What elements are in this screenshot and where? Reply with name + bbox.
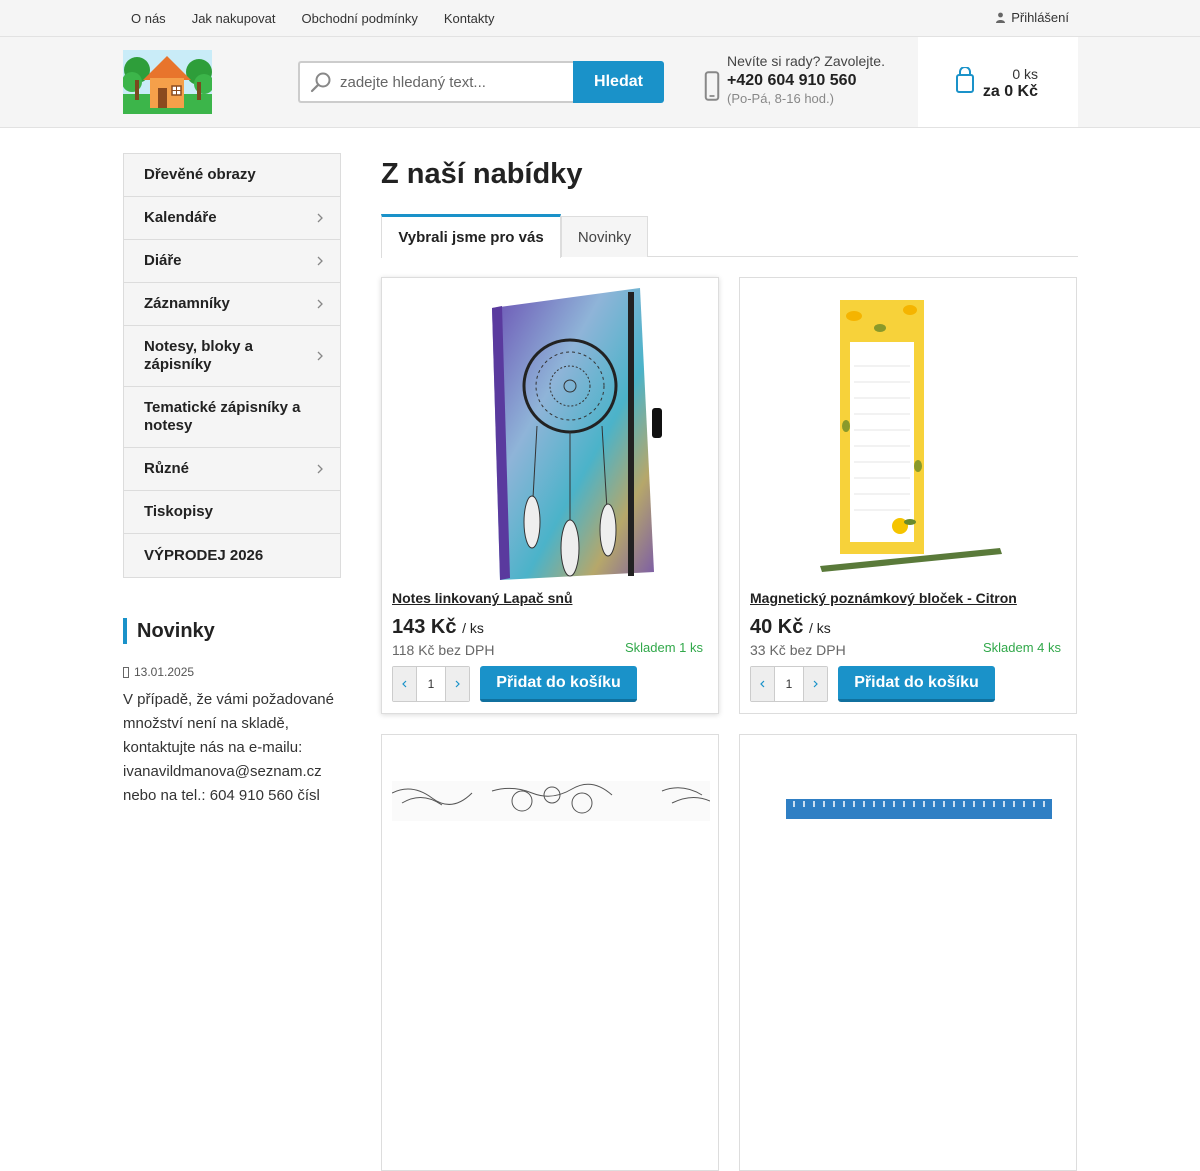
phone-icon xyxy=(704,71,720,101)
news-box: Novinky 13.01.2025 V případě, že vámi po… xyxy=(123,618,341,808)
search-form: Hledat xyxy=(298,61,664,103)
contact-hours: (Po-Pá, 8-16 hod.) xyxy=(727,91,834,106)
quantity-input[interactable]: 1 xyxy=(774,667,804,701)
add-to-cart-button[interactable]: Přidat do košíku xyxy=(838,666,995,702)
top-bar: O nás Jak nakupovat Obchodní podmínky Ko… xyxy=(0,0,1200,37)
quantity-stepper: 1 xyxy=(750,666,828,702)
product-price-value: 40 Kč xyxy=(750,616,804,638)
search-icon xyxy=(310,72,331,93)
news-date-text: 13.01.2025 xyxy=(134,665,195,679)
tab-news[interactable]: Novinky xyxy=(561,216,648,257)
login-label: Přihlášení xyxy=(1011,9,1069,25)
sidebar-category-item[interactable]: Diáře xyxy=(124,240,340,283)
contact-box: Nevíte si rady? Zavolejte. +420 604 910 … xyxy=(704,53,885,106)
top-navigation: O nás Jak nakupovat Obchodní podmínky Ko… xyxy=(131,0,494,36)
house-logo-icon xyxy=(122,50,214,114)
product-price-unit: / ks xyxy=(808,620,831,636)
cart-total: za 0 Kč xyxy=(982,83,1038,100)
sidebar-category-label: Tematické zápisníky a notesy xyxy=(144,399,301,434)
increase-quantity-button[interactable] xyxy=(446,667,469,701)
chevron-right-icon xyxy=(317,213,323,223)
tab-bar: Vybrali jsme pro vás Novinky xyxy=(381,214,1078,258)
product-image-spiral-notebook[interactable] xyxy=(750,743,1068,1037)
sidebar-category-label: Kalendáře xyxy=(144,209,217,226)
add-to-cart-button[interactable]: Přidat do košíku xyxy=(480,666,637,702)
chevron-right-icon xyxy=(317,299,323,309)
category-menu: Dřevěné obrazy Kalendáře Diáře Záznamníky No… xyxy=(123,153,341,578)
sidebar-category-item[interactable]: Různé xyxy=(124,448,340,491)
main-content: Z naší nabídky Vybrali jsme pro vás Novi… xyxy=(381,153,1078,1171)
sidebar-category-label: Dřevěné obrazy xyxy=(144,166,256,183)
sidebar-category-item[interactable]: Tiskopisy xyxy=(124,491,340,534)
search-input[interactable] xyxy=(340,73,560,91)
sidebar-category-label: Notesy, bloky a zápisníky xyxy=(144,338,253,373)
increase-quantity-button[interactable] xyxy=(804,667,827,701)
quantity-input[interactable]: 1 xyxy=(416,667,446,701)
sidebar-category-label: Různé xyxy=(144,460,189,477)
nav-link-terms[interactable]: Obchodní podmínky xyxy=(302,11,418,26)
chevron-left-icon xyxy=(760,680,765,688)
sidebar: Dřevěné obrazy Kalendáře Diáře Záznamníky No… xyxy=(123,153,341,808)
product-stock-status: Skladem 1 ks xyxy=(624,640,703,655)
cart-icon xyxy=(956,67,974,93)
chevron-right-icon xyxy=(317,256,323,266)
product-price-unit: / ks xyxy=(462,620,484,636)
user-icon xyxy=(996,12,1006,23)
nav-link-how-to-buy[interactable]: Jak nakupovat xyxy=(192,11,276,26)
product-price: 40 Kč / ks xyxy=(750,616,831,639)
contact-phone[interactable]: +420 604 910 560 xyxy=(727,72,885,90)
chevron-right-icon xyxy=(813,680,818,688)
quantity-stepper: 1 xyxy=(392,666,470,702)
nav-link-about[interactable]: O nás xyxy=(131,11,166,26)
nav-link-contacts[interactable]: Kontakty xyxy=(444,11,495,26)
chevron-right-icon xyxy=(455,680,460,688)
login-link[interactable]: Přihlášení xyxy=(996,0,1069,34)
product-name-link[interactable]: Notes linkovaný Lapač snů xyxy=(392,590,573,606)
document-icon xyxy=(123,666,129,678)
header: Hledat Nevíte si rady? Zavolejte. +420 6… xyxy=(0,37,1200,128)
sidebar-category-label: Tiskopisy xyxy=(144,503,213,520)
sidebar-category-item[interactable]: Tematické zápisníky a notesy xyxy=(124,387,340,448)
cart-quantity: 0 ks xyxy=(1012,66,1038,82)
product-name-link[interactable]: Magnetický poznámkový bloček - Citron xyxy=(750,590,1017,606)
product-price-net: 33 Kč bez DPH xyxy=(750,642,846,658)
sidebar-category-item[interactable]: VÝPRODEJ 2026 xyxy=(124,534,340,577)
sidebar-category-item[interactable]: Dřevěné obrazy xyxy=(124,154,340,197)
page-title: Z naší nabídky xyxy=(381,158,583,190)
decrease-quantity-button[interactable] xyxy=(393,667,416,701)
search-field xyxy=(298,61,573,103)
cart-button[interactable]: 0 ks za 0 Kč xyxy=(918,37,1078,127)
chevron-right-icon xyxy=(317,351,323,361)
site-logo[interactable] xyxy=(122,50,214,114)
contact-question: Nevíte si rady? Zavolejte. xyxy=(727,53,885,69)
product-image-dreamcatcher-notebook[interactable] xyxy=(392,286,710,580)
sidebar-category-label: Záznamníky xyxy=(144,295,230,312)
chevron-right-icon xyxy=(317,464,323,474)
chevron-left-icon xyxy=(402,680,407,688)
search-button[interactable]: Hledat xyxy=(573,61,664,103)
decrease-quantity-button[interactable] xyxy=(751,667,774,701)
product-stock-status: Skladem 4 ks xyxy=(982,640,1061,655)
sidebar-category-item[interactable]: Kalendáře xyxy=(124,197,340,240)
news-title: Novinky xyxy=(123,618,341,644)
product-card: Notes linkovaný Lapač snů 143 Kč / ks 11… xyxy=(381,277,719,714)
news-text: V případě, že vámi požadované množství n… xyxy=(123,691,334,804)
product-price-net: 118 Kč bez DPH xyxy=(392,642,495,658)
tab-selected-for-you[interactable]: Vybrali jsme pro vás xyxy=(381,214,561,258)
sidebar-category-item[interactable]: Záznamníky xyxy=(124,283,340,326)
product-price: 143 Kč / ks xyxy=(392,616,484,639)
product-price-value: 143 Kč xyxy=(392,616,457,638)
sidebar-category-item[interactable]: Notesy, bloky a zápisníky xyxy=(124,326,340,387)
sidebar-category-label: Diáře xyxy=(144,252,182,269)
product-image-floral-coloring[interactable] xyxy=(392,743,710,1037)
sidebar-category-label: VÝPRODEJ 2026 xyxy=(144,546,264,564)
product-card: Magnetický poznámkový bloček - Citron 40… xyxy=(739,277,1077,714)
product-image-lemon-notepad[interactable] xyxy=(750,286,1068,580)
news-date: 13.01.2025 xyxy=(123,665,341,679)
